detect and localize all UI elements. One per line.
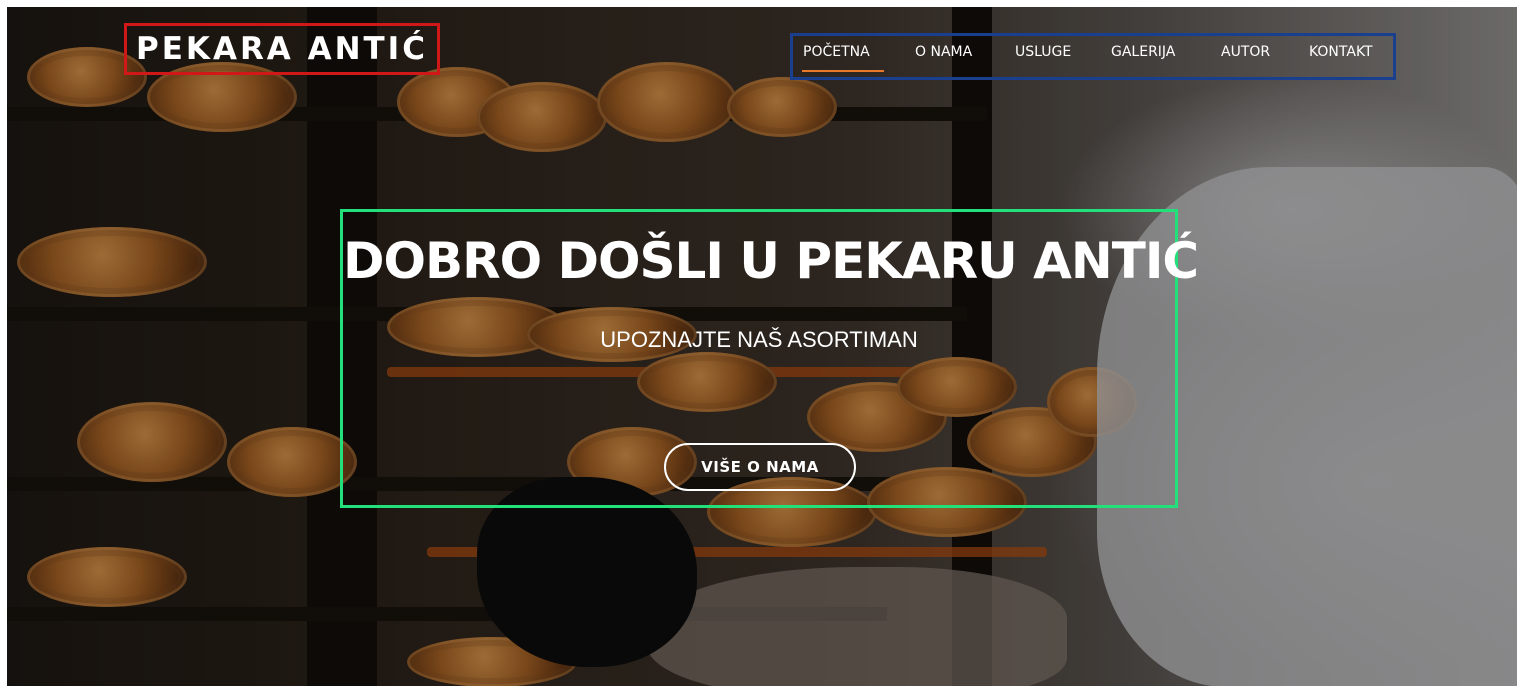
- more-about-us-button[interactable]: VIŠE O NAMA: [664, 443, 856, 491]
- hero-content: DOBRO DOŠLI U PEKARU ANTIĆ UPOZNAJTE NAŠ…: [340, 209, 1199, 508]
- hero-subtitle: UPOZNAJTE NAŠ ASORTIMAN: [600, 327, 918, 352]
- nav-active-underline: [802, 70, 884, 72]
- nav-item-galerija[interactable]: GALERIJA: [1111, 44, 1175, 60]
- main-navigation: POČETNA O NAMA USLUGE GALERIJA AUTOR KON…: [790, 33, 1396, 80]
- nav-item-usluge[interactable]: USLUGE: [1015, 44, 1071, 60]
- nav-item-o-nama[interactable]: O NAMA: [915, 44, 972, 60]
- nav-item-pocetna[interactable]: POČETNA: [803, 44, 870, 60]
- logo-text: PEKARA ANTIĆ: [136, 31, 428, 67]
- site-logo[interactable]: PEKARA ANTIĆ: [124, 23, 440, 75]
- hero-title: DOBRO DOŠLI U PEKARU ANTIĆ: [343, 232, 1199, 290]
- nav-item-autor[interactable]: AUTOR: [1221, 44, 1270, 60]
- nav-item-kontakt[interactable]: KONTAKT: [1309, 44, 1373, 60]
